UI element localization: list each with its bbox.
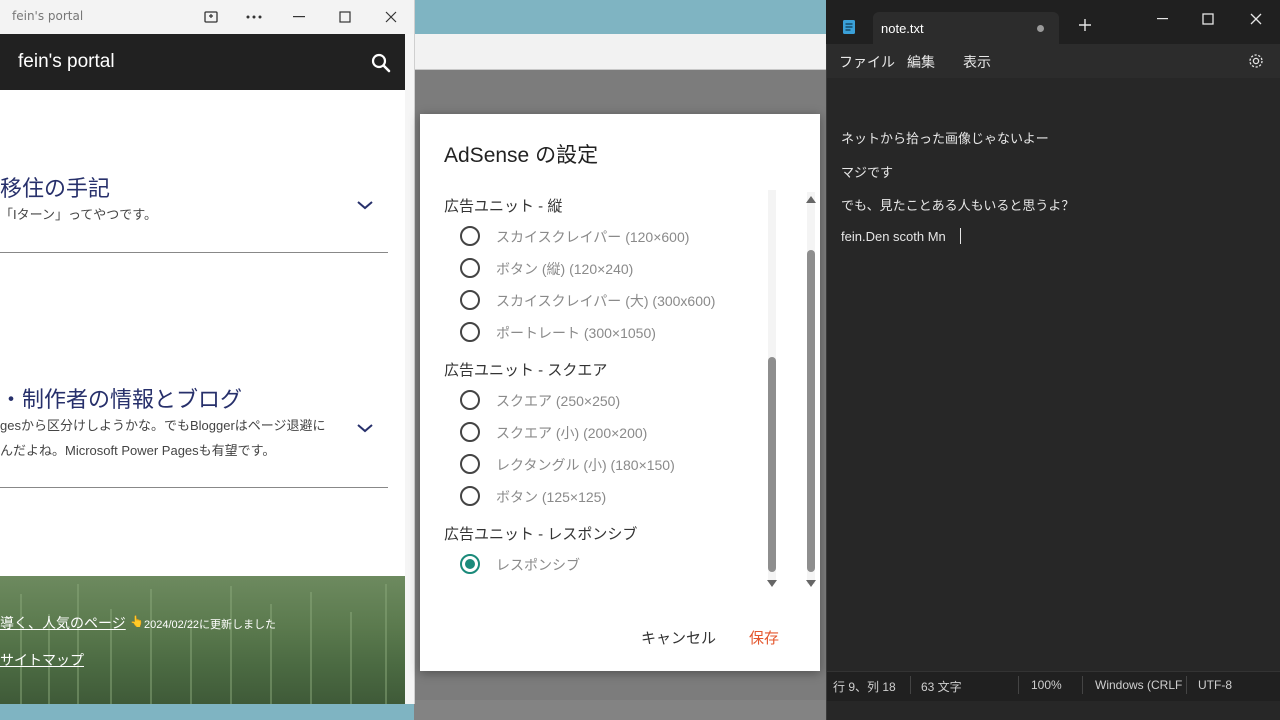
tab-title: note.txt [881,21,924,36]
option-label[interactable]: スカイスクレイパー (120×600) [496,227,689,247]
notepad-app-icon [842,19,856,39]
sitemap-link[interactable]: サイトマップ [0,650,84,670]
inner-scrollbar-thumb[interactable] [768,357,776,572]
option-label[interactable]: スクエア (250×250) [496,391,620,411]
pointing-hand-icon: 👆 [130,615,144,628]
save-button[interactable]: 保存 [749,627,779,648]
option-label[interactable]: ポートレート (300×1050) [496,323,656,343]
post-excerpt: んだよね。Microsoft Power Pagesも有望です。 [0,443,276,458]
maximize-icon[interactable] [1193,9,1223,29]
close-icon[interactable] [379,6,403,28]
outer-scrollbar-thumb[interactable] [807,250,815,572]
text-line: でも、見たことある人もいると思うよ？ [841,198,1075,213]
background-input-bar [414,34,826,70]
line-ending[interactable]: Windows (CRLF [1095,678,1182,692]
group-label-square: 広告ユニット - スクエア [444,362,608,379]
radio-portrait[interactable] [460,322,480,342]
footer-banner [0,576,405,704]
cursor-position: 行 9、列 18 [833,680,896,694]
maximize-icon[interactable] [333,6,357,28]
divider [0,252,388,253]
post-excerpt: gesから区分けしようかな。でもBloggerはページ退避に [0,418,326,433]
radio-small-square[interactable] [460,422,480,442]
encoding[interactable]: UTF-8 [1198,678,1232,692]
dialog-title: AdSense の設定 [444,144,599,167]
inner-scroll-down-icon[interactable] [767,580,777,587]
radio-small-rectangle[interactable] [460,454,480,474]
option-label[interactable]: ボタン (125×125) [496,487,606,507]
updated-text: 2024/02/22に更新しました [144,619,277,631]
group-label-responsive: 広告ユニット - レスポンシブ [444,526,638,543]
unsaved-dot-icon[interactable] [1037,25,1044,32]
minimize-icon[interactable] [1148,9,1178,29]
desktop-strip [414,0,826,34]
radio-large-skyscraper[interactable] [460,290,480,310]
status-divider [910,676,911,694]
radio-button-square[interactable] [460,486,480,506]
minimize-icon[interactable] [287,6,311,28]
text-line: ネットから拾った画像じゃないよー [841,131,1049,146]
outer-scroll-down-icon[interactable] [806,580,816,587]
settings-gear-icon[interactable] [1248,53,1264,73]
site-name[interactable]: fein's portal [18,51,115,73]
new-tab-icon[interactable] [1078,16,1092,37]
radio-button-vertical[interactable] [460,258,480,278]
option-label[interactable]: スカイスクレイパー (大) (300x600) [496,291,715,311]
status-divider [1018,676,1019,694]
cancel-button[interactable]: キャンセル [641,627,716,648]
option-label[interactable]: ボタン (縦) (120×240) [496,259,633,279]
text-editor[interactable] [827,78,1280,670]
chevron-down-icon[interactable] [356,419,374,433]
radio-responsive[interactable] [460,554,480,574]
status-divider [1082,676,1083,694]
post-list [0,90,405,576]
radio-skyscraper[interactable] [460,226,480,246]
menu-edit[interactable]: 編集 [907,52,935,72]
text-caret [960,228,961,244]
menu-file[interactable]: ファイル [839,52,895,72]
text-line: マジです [841,165,894,180]
status-divider [1186,676,1187,694]
post-excerpt: 「Iターン」ってやつです。 [0,207,158,222]
chevron-down-icon[interactable] [356,196,374,210]
char-count: 63 文字 [921,680,962,694]
post-title[interactable]: 移住の手記 [0,171,110,203]
background-lower-strip [414,700,826,720]
browser-scrollbar[interactable] [405,34,414,704]
option-label[interactable]: レスポンシブ [496,555,580,575]
app-view-icon[interactable] [199,6,223,28]
group-label-vertical: 広告ユニット - 縦 [444,198,563,215]
search-icon[interactable] [370,52,392,74]
post-title[interactable]: ・制作者の情報とブログ [0,382,242,414]
menu-view[interactable]: 表示 [963,52,991,72]
zoom-level[interactable]: 100% [1031,678,1062,692]
text-line: fein.Den scoth Mn [841,229,946,244]
more-options-icon[interactable] [242,6,266,28]
outer-scroll-up-icon[interactable] [806,196,816,203]
browser-window-title: fein's portal [12,9,84,23]
close-icon[interactable] [1241,9,1271,29]
option-label[interactable]: スクエア (小) (200×200) [496,423,647,443]
radio-square[interactable] [460,390,480,410]
popular-pages-link[interactable]: 導く、人気のページ [0,613,126,633]
option-label[interactable]: レクタングル (小) (180×150) [496,455,675,475]
divider [0,487,388,488]
